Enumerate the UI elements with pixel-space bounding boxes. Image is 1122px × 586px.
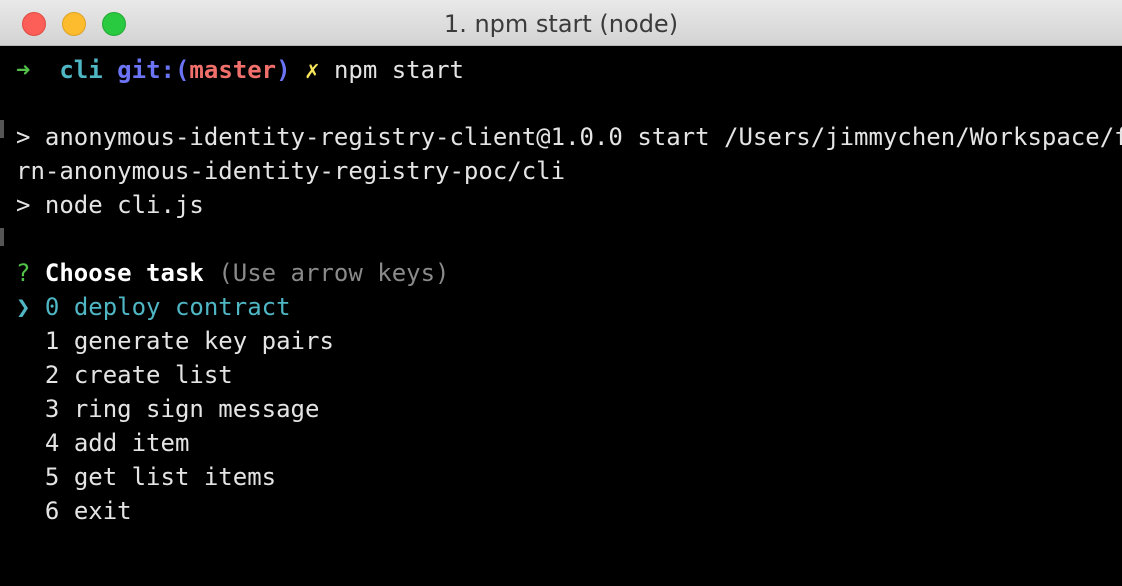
menu-item-index: 6 xyxy=(44,497,60,525)
menu-item-exit[interactable]: 6 exit xyxy=(16,494,132,528)
branch-open-paren: ( xyxy=(174,56,190,84)
output-line: rn-anonymous-identity-registry-poc/cli xyxy=(16,157,566,185)
menu-item-label: ring sign message xyxy=(73,395,320,423)
menu-item-index: 1 xyxy=(44,327,60,355)
git-branch: master xyxy=(189,56,277,84)
dirty-mark-icon: ✗ xyxy=(305,56,320,84)
branch-close-paren: ) xyxy=(276,56,291,84)
menu-item-generate-key-pairs[interactable]: 1 generate key pairs xyxy=(16,324,334,358)
question-mark-icon: ? xyxy=(16,259,31,287)
menu-item-deploy-contract[interactable]: ❯ 0 deploy contract xyxy=(16,290,291,324)
menu-item-get-list-items[interactable]: 5 get list items xyxy=(16,460,276,494)
menu-item-label: deploy contract xyxy=(73,293,291,321)
question-text: Choose task xyxy=(44,259,204,287)
menu-item-index: 4 xyxy=(44,429,60,457)
menu-item-create-list[interactable]: 2 create list xyxy=(16,358,233,392)
terminal-content[interactable]: ➜ cli git:(master) ✗ npm start > anonymo… xyxy=(0,46,1122,586)
question-line: ? Choose task (Use arrow keys) xyxy=(16,256,450,290)
menu-item-label: exit xyxy=(73,497,132,525)
menu-item-index: 2 xyxy=(44,361,60,389)
git-label: git: xyxy=(117,56,175,84)
selection-pointer-icon: ❯ xyxy=(16,293,31,321)
question-hint: (Use arrow keys) xyxy=(218,259,450,287)
output-line: > node cli.js xyxy=(16,191,204,219)
shell-prompt-line: ➜ cli git:(master) ✗ npm start xyxy=(16,53,464,87)
menu-item-index: 0 xyxy=(44,293,60,321)
menu-item-label: add item xyxy=(73,429,190,457)
menu-item-index: 5 xyxy=(44,463,60,491)
terminal-window: 1. npm start (node) ➜ cli git:(master) ✗… xyxy=(0,0,1122,586)
menu-item-label: generate key pairs xyxy=(73,327,334,355)
menu-item-label: get list items xyxy=(73,463,277,491)
window-title: 1. npm start (node) xyxy=(443,10,679,38)
output-line: > anonymous-identity-registry-client@1.0… xyxy=(16,123,1122,151)
prompt-directory: cli xyxy=(59,56,103,84)
prompt-arrow-icon: ➜ xyxy=(16,56,31,84)
window-edge-marker xyxy=(0,228,4,246)
menu-item-label: create list xyxy=(73,361,233,389)
menu-item-ring-sign-message[interactable]: 3 ring sign message xyxy=(16,392,320,426)
window-edge-marker xyxy=(0,120,4,138)
command-text: npm start xyxy=(333,56,464,84)
menu-item-add-item[interactable]: 4 add item xyxy=(16,426,190,460)
title-bar[interactable]: 1. npm start (node) xyxy=(0,0,1122,46)
menu-item-index: 3 xyxy=(44,395,60,423)
